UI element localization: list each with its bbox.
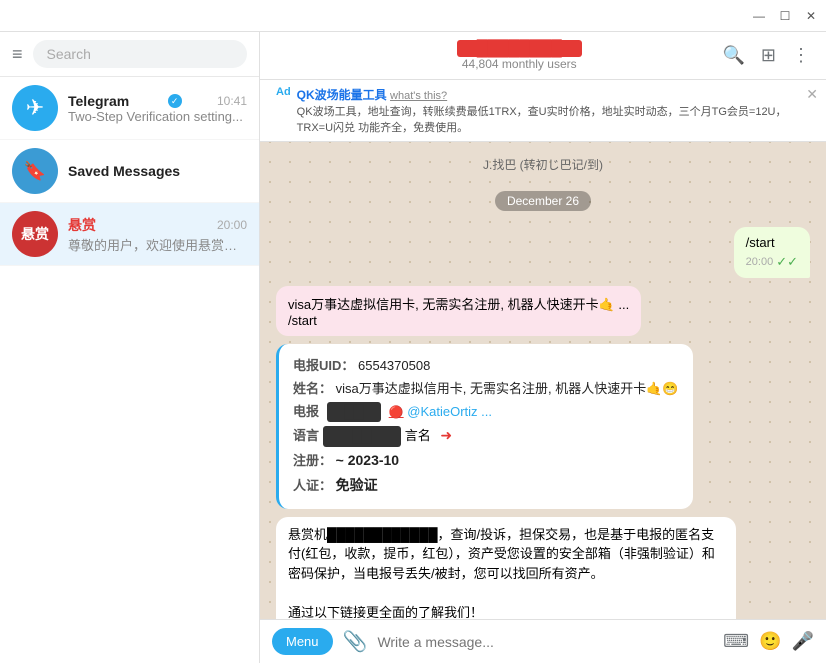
uid-row: 电报UID： 6554370508 (293, 356, 679, 377)
phone-label: 电报 (293, 404, 319, 419)
arrow-icon: ➜ (440, 427, 452, 443)
phone-blurred: ██ (327, 402, 381, 423)
pink-line1: visa万事达虚拟信用卡, 无需实名注册, 机器人快速开卡🤙 ... (288, 294, 629, 313)
body-text2: 通过以下链接更全面的了解我们！ (288, 603, 724, 619)
name-label: 姓名： (293, 381, 332, 396)
sidebar: ≡ Search ✈ Telegram ✓ 10:41 Two-Step Ver… (0, 32, 260, 663)
body-bubble: 悬赏机████████████，查询/投诉，担保交易，也是基于电报的匿名支付(红… (276, 517, 736, 619)
chat-item-telegram[interactable]: ✈ Telegram ✓ 10:41 Two-Step Verification… (0, 77, 259, 140)
phone-row: 电报 ██ 🔴 @KatieOrtiz ... (293, 402, 679, 423)
contact-label-icon: 🔴 (389, 405, 404, 419)
chat-info-telegram: Telegram ✓ 10:41 Two-Step Verification s… (68, 93, 247, 124)
uid-label: 电报UID： (293, 358, 354, 373)
close-button[interactable]: ✕ (804, 9, 818, 23)
sent-message-row: /start 20:00 ✓✓ (276, 227, 810, 278)
avatar-telegram: ✈ (12, 85, 58, 131)
verified-icon: ✓ (168, 94, 182, 108)
chat-input-area: Menu 📎 ⌨ 🙂 🎤 (260, 619, 826, 663)
search-icon[interactable]: 🔍 (722, 45, 744, 66)
sent-bubble: /start 20:00 ✓✓ (734, 227, 810, 278)
attach-icon[interactable]: 📎 (343, 629, 368, 654)
menu-button[interactable]: Menu (272, 628, 333, 655)
contact-suffix: ... (481, 404, 492, 419)
info-card-row: 可以查看注册时间 保证一年以上 电报UID： 6554370508 姓名： vi… (276, 344, 810, 509)
chat-preview: Two-Step Verification setting... (68, 109, 247, 124)
lang-suffix: 言名 (405, 428, 431, 443)
chat-info-saved: Saved Messages (68, 163, 247, 179)
date-badge: December 26 (495, 191, 591, 211)
info-card: 电报UID： 6554370508 姓名： visa万事达虚拟信用卡, 无需实名… (276, 344, 693, 509)
people-value: 免验证 (336, 477, 378, 493)
chat-header: ████████ 44,804 monthly users 🔍 ⊞ ⋮ (260, 32, 826, 80)
chat-header-status: 44,804 monthly users (462, 57, 577, 71)
chat-name-row-active: 悬赏 20:00 (68, 215, 247, 235)
maximize-button[interactable]: ☐ (778, 9, 792, 23)
people-row: 人证： 免验证 (293, 474, 679, 497)
ad-what-link[interactable]: what's this? (390, 90, 447, 102)
ad-title: QK波场能量工具 (297, 88, 387, 102)
app-container: ≡ Search ✈ Telegram ✓ 10:41 Two-Step Ver… (0, 32, 826, 663)
header-name-blurred: ████████ (457, 40, 582, 57)
search-input[interactable]: Search (33, 40, 247, 68)
uid-value: 6554370508 (358, 358, 430, 373)
saved-name: Saved Messages (68, 163, 180, 179)
ad-text: QK波场工具，地址查询，转账续费最低1TRX，查U实时价格，地址实时动态，三个月… (297, 103, 810, 135)
lang-row: 语言 ██ 言名 ➜ (293, 424, 679, 447)
minimize-button[interactable]: — (752, 9, 766, 23)
sidebar-header: ≡ Search (0, 32, 259, 77)
scroll-indicator: J.找巴 (转初じ巴记/到) (276, 154, 810, 175)
active-chat-preview: 尊敬的用户，欢迎使用悬赏机... (68, 235, 247, 254)
chat-item-saved[interactable]: 🔖 Saved Messages (0, 140, 259, 203)
active-chat-time: 20:00 (217, 218, 247, 232)
sent-time: 20:00 ✓✓ (746, 254, 798, 270)
sent-text: /start (746, 235, 775, 250)
received-pink-row: visa万事达虚拟信用卡, 无需实名注册, 机器人快速开卡🤙 ... /star… (276, 286, 810, 336)
avatar-active: 悬赏 (12, 211, 58, 257)
ad-banner: Ad QK波场能量工具 what's this? QK波场工具，地址查询，转账续… (260, 80, 826, 142)
reg-label: 注册： (293, 453, 332, 468)
emoji-icon[interactable]: 🙂 (759, 631, 781, 652)
more-icon[interactable]: ⋮ (792, 45, 810, 66)
messages-area: J.找巴 (转初じ巴记/到) December 26 /start 20:00 … (260, 142, 826, 619)
titlebar: — ☐ ✕ (0, 0, 826, 32)
checkmarks: ✓✓ (776, 254, 798, 270)
lang-blurred: ██ (323, 426, 401, 447)
ad-close-button[interactable]: ✕ (806, 86, 818, 103)
chat-time: 10:41 (217, 94, 247, 108)
message-input[interactable] (377, 634, 713, 650)
contact-value: 🔴 @KatieOrtiz ... (389, 404, 492, 419)
reg-value: ~ 2023-10 (336, 452, 399, 468)
chat-name: Telegram (68, 93, 129, 109)
contact-text: @KatieOrtiz (407, 404, 477, 419)
chat-name-row: Telegram ✓ 10:41 (68, 93, 247, 109)
chat-list: ✈ Telegram ✓ 10:41 Two-Step Verification… (0, 77, 259, 663)
chat-header-actions: 🔍 ⊞ ⋮ (722, 45, 810, 66)
chat-name-row-saved: Saved Messages (68, 163, 247, 179)
columns-icon[interactable]: ⊞ (761, 45, 776, 66)
reg-row: 注册： ~ 2023-10 (293, 449, 679, 472)
info-card-wrapper: 可以查看注册时间 保证一年以上 电报UID： 6554370508 姓名： vi… (276, 344, 693, 509)
people-label: 人证： (293, 478, 332, 493)
chat-info-active: 悬赏 20:00 尊敬的用户，欢迎使用悬赏机... (68, 215, 247, 254)
input-actions: ⌨ 🙂 🎤 (723, 631, 814, 652)
date-divider: December 26 (276, 191, 810, 211)
keyboard-icon[interactable]: ⌨ (723, 631, 749, 652)
name-value: visa万事达虚拟信用卡, 无需实名注册, 机器人快速开卡🤙😁 (336, 381, 679, 396)
body-text1: 悬赏机████████████，查询/投诉，担保交易，也是基于电报的匿名支付(红… (288, 525, 724, 584)
chat-area: ████████ 44,804 monthly users 🔍 ⊞ ⋮ Ad Q… (260, 32, 826, 663)
body-text-row: 悬赏机████████████，查询/投诉，担保交易，也是基于电报的匿名支付(红… (276, 517, 810, 619)
lang-label: 语言 (293, 428, 319, 443)
pink-bubble: visa万事达虚拟信用卡, 无需实名注册, 机器人快速开卡🤙 ... /star… (276, 286, 641, 336)
ad-content: QK波场能量工具 what's this? QK波场工具，地址查询，转账续费最低… (297, 86, 810, 135)
hamburger-icon[interactable]: ≡ (12, 44, 23, 65)
active-chat-name: 悬赏 (68, 215, 96, 235)
pink-line2: /start (288, 313, 629, 328)
name-row: 姓名： visa万事达虚拟信用卡, 无需实名注册, 机器人快速开卡🤙😁 (293, 379, 679, 400)
microphone-icon[interactable]: 🎤 (792, 631, 814, 652)
avatar-saved: 🔖 (12, 148, 58, 194)
chat-header-title-area: ████████ 44,804 monthly users (316, 40, 722, 71)
chat-item-active[interactable]: 悬赏 悬赏 20:00 尊敬的用户，欢迎使用悬赏机... (0, 203, 259, 266)
chat-header-name: ████████ (457, 40, 582, 57)
ad-label: Ad (276, 86, 291, 98)
